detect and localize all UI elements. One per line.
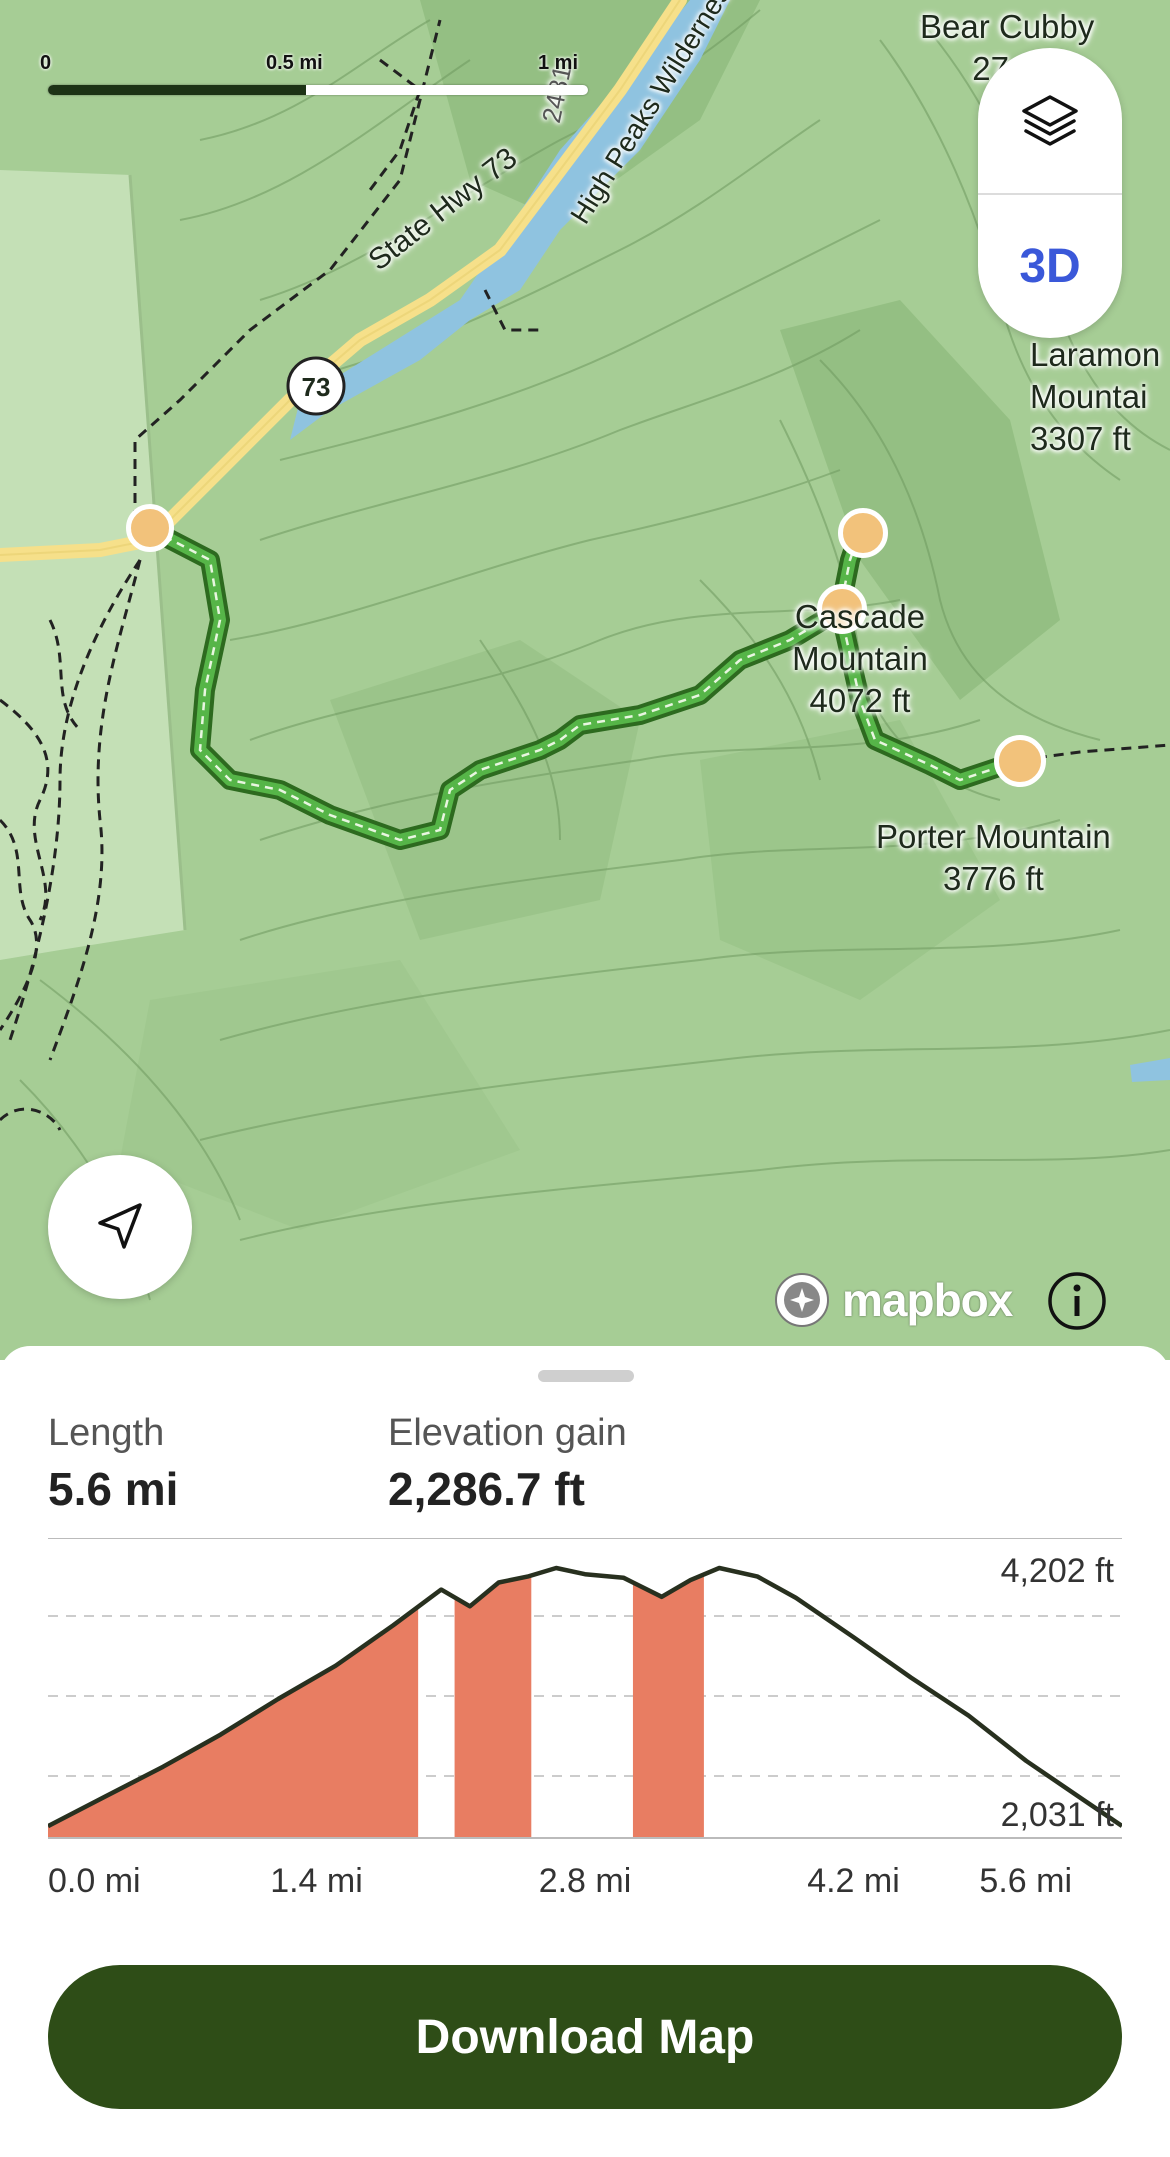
- x-tick-label: 2.8 mi: [539, 1862, 632, 1900]
- length-label: Length: [48, 1412, 165, 1454]
- scale-fill: [48, 85, 306, 95]
- peak-elevation: 4072 ft: [809, 682, 911, 719]
- navigation-arrow-icon: [98, 1203, 142, 1249]
- elevation-gain-value: 2,286.7 ft: [388, 1463, 585, 1515]
- map-controls: 3D: [978, 48, 1122, 338]
- layers-icon: [1022, 94, 1078, 146]
- elevation-gain-segment: [48, 1606, 419, 1838]
- route-details-sheet[interactable]: Length 5.6 mi Elevation gain 2,286.7 ft …: [0, 1346, 1170, 2157]
- download-map-button[interactable]: Download Map: [48, 1965, 1122, 2109]
- peak-name: Cascade Mountain: [792, 598, 928, 677]
- waypoint-summit-north[interactable]: [838, 508, 888, 558]
- trail-map[interactable]: 73 State Hwy 73 High Peaks Wilderness 24…: [0, 0, 1170, 1360]
- elevation-profile-chart[interactable]: 4,202 ft 2,031 ft 0.0 mi 1.4 mi 2.8 mi 4.2 mi…: [48, 1538, 1122, 1910]
- waypoint-porter-mountain[interactable]: [994, 735, 1046, 787]
- x-tick-label: 1.4 mi: [270, 1862, 363, 1900]
- peak-name: Bear Cubby: [920, 8, 1095, 45]
- elevation-gain-segment: [454, 1575, 532, 1838]
- scale-label-one-mile: 1 mi: [538, 52, 579, 74]
- y-max-label: 4,202 ft: [1001, 1552, 1115, 1590]
- view-3d-button[interactable]: 3D: [978, 195, 1122, 338]
- peak-elevation: 3776 ft: [942, 860, 1044, 897]
- elevation-gain-segment: [632, 1574, 704, 1838]
- elevation-gain-label: Elevation gain: [388, 1412, 627, 1454]
- x-tick-label: 4.2 mi: [807, 1862, 900, 1900]
- peak-elevation: 3307 ft: [1030, 420, 1131, 457]
- mapbox-wordmark: mapbox: [842, 1274, 1013, 1326]
- x-tick-label: 0.0 mi: [48, 1862, 141, 1900]
- mapbox-logo-icon: [775, 1273, 829, 1327]
- peak-name: Porter Mountain: [876, 818, 1111, 855]
- peak-label-cascade-mountain: Cascade Mountain 4072 ft: [760, 596, 960, 722]
- locate-me-button[interactable]: [48, 1155, 192, 1299]
- scale-bar: 0 0.5 mi 1 mi: [40, 52, 588, 95]
- length-value: 5.6 mi: [48, 1463, 179, 1515]
- peak-label-laramon-mountain: Laramon Mountai 3307 ft: [1030, 334, 1170, 460]
- scale-label-zero: 0: [40, 52, 52, 74]
- x-tick-label: 5.6 mi: [979, 1862, 1072, 1900]
- highway-shield-label: 73: [301, 372, 331, 402]
- waypoint-trailhead[interactable]: [126, 504, 174, 552]
- layers-button[interactable]: [978, 48, 1122, 193]
- mapbox-attribution[interactable]: mapbox: [772, 1270, 1013, 1330]
- sheet-grabber[interactable]: [538, 1370, 634, 1382]
- scale-label-half-mile: 0.5 mi: [266, 52, 323, 74]
- y-min-label: 2,031 ft: [1001, 1796, 1115, 1834]
- peak-name: Laramon Mountai: [1030, 336, 1161, 415]
- peak-label-porter-mountain: Porter Mountain 3776 ft: [876, 816, 1111, 900]
- info-icon[interactable]: [1046, 1270, 1108, 1332]
